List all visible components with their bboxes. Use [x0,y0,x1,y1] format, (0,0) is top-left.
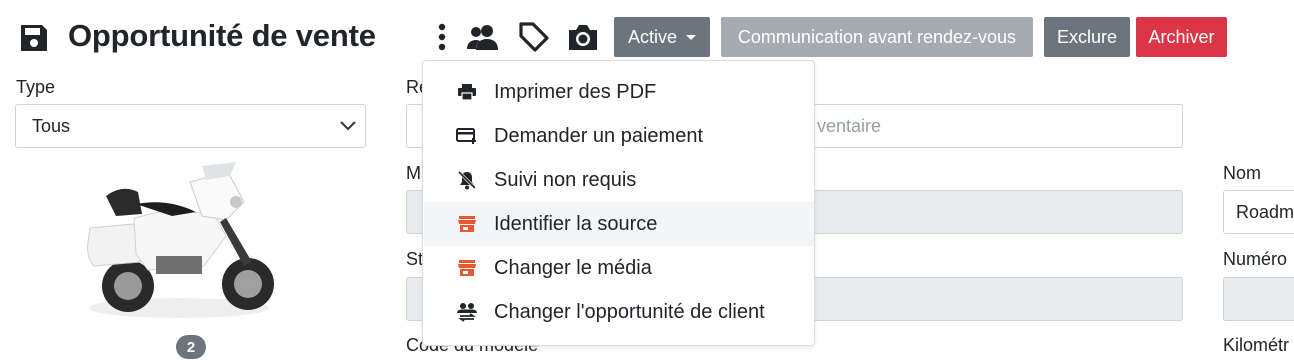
status-dropdown-button[interactable]: Active [614,17,710,57]
menu-item-change-client-opportunity[interactable]: Changer l'opportunité de client [424,290,814,334]
type-select[interactable]: Tous [15,104,366,148]
communication-button[interactable]: Communication avant rendez-vous [721,17,1033,57]
type-label: Type [16,77,56,97]
save-icon[interactable] [18,22,50,54]
status-label: Active [627,26,678,47]
menu-item-change-media[interactable]: Changer le média [424,246,814,290]
menu-item-print-pdf[interactable]: Imprimer des PDF [424,70,814,114]
more-options-menu: Imprimer des PDF Demander un paiement Su… [422,60,815,346]
inventory-placeholder: ventaire [817,115,882,136]
chevron-down-icon [340,121,356,131]
field-label-st: St [406,249,424,269]
image-count-badge: 2 [176,335,206,359]
exclude-button[interactable]: Exclure [1044,17,1130,57]
users-icon[interactable] [464,20,502,54]
printer-icon [456,82,478,102]
type-select-value: Tous [32,115,71,136]
page-title: Opportunité de vente [68,18,376,53]
motorcycle-image[interactable] [76,158,282,326]
name-input-value: Roadm [1236,201,1294,222]
more-options-icon[interactable] [432,20,452,54]
swap-users-icon [456,302,478,322]
store-icon [456,258,478,278]
mileage-label: Kilométr [1223,335,1290,355]
store-icon [456,214,478,234]
menu-item-request-payment[interactable]: Demander un paiement [424,114,814,158]
field-label-m: M [406,163,421,183]
name-label: Nom [1223,163,1262,183]
menu-item-identify-source[interactable]: Identifier la source [424,202,814,246]
bell-off-icon [456,170,478,190]
number-label: Numéro [1223,249,1288,269]
menu-item-no-followup[interactable]: Suivi non requis [424,158,814,202]
number-field [1223,277,1294,321]
caret-down-icon [686,35,697,40]
name-input[interactable]: Roadm [1223,190,1294,234]
camera-icon[interactable] [565,20,601,54]
tag-icon[interactable] [516,20,552,54]
credit-card-plus-icon [456,126,478,146]
archive-button[interactable]: Archiver [1136,17,1227,57]
